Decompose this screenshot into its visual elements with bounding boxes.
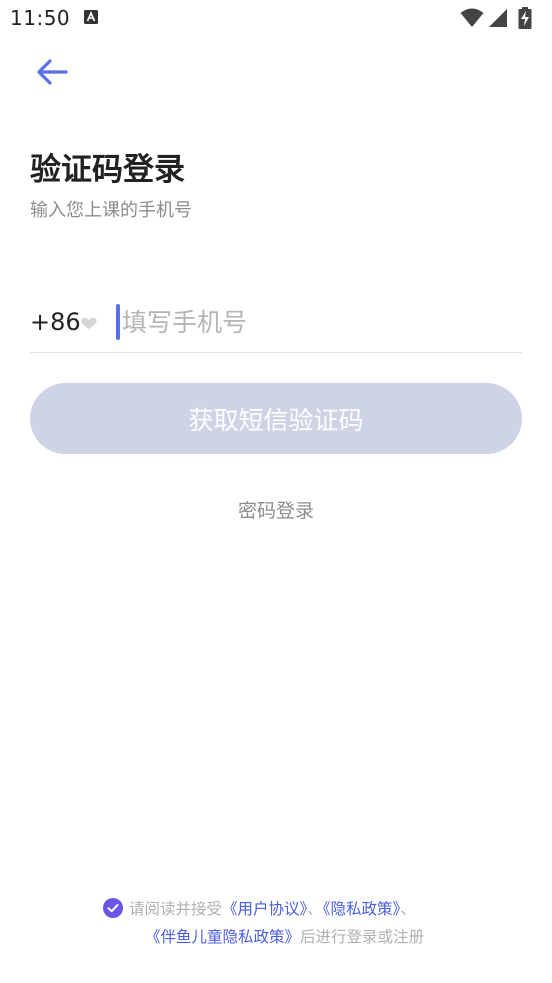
a-box-icon bbox=[84, 10, 98, 24]
password-login-link[interactable]: 密码登录 bbox=[0, 496, 552, 523]
text-cursor bbox=[116, 304, 120, 340]
phone-input-row: +86 bbox=[30, 296, 522, 353]
back-button[interactable] bbox=[30, 52, 76, 92]
checkbox-checked-icon[interactable] bbox=[103, 898, 123, 918]
get-sms-code-button[interactable]: 获取短信验证码 bbox=[30, 383, 522, 454]
battery-charging-icon bbox=[518, 7, 532, 29]
phone-number-input[interactable] bbox=[122, 300, 512, 344]
agreement-line-1: 请阅读并接受《用户协议》、《隐私政策》、 bbox=[103, 896, 416, 922]
country-code-selector[interactable]: +86 bbox=[30, 308, 81, 336]
chevron-down-icon[interactable] bbox=[80, 316, 98, 330]
wifi-icon bbox=[460, 8, 484, 27]
agreement-suffix: 后进行登录或注册 bbox=[300, 928, 425, 946]
signal-icon bbox=[489, 9, 507, 27]
user-agreement-link[interactable]: 《用户协议》 bbox=[222, 900, 307, 918]
agreement-prefix: 请阅读并接受 bbox=[129, 900, 223, 918]
agreement-separator: 、 bbox=[400, 900, 416, 918]
status-time: 11:50 bbox=[10, 6, 71, 30]
status-icons bbox=[460, 7, 538, 29]
page-subtitle: 输入您上课的手机号 bbox=[30, 200, 192, 221]
status-bar: 11:50 bbox=[0, 0, 552, 38]
arrow-left-icon bbox=[37, 59, 68, 85]
agreement-line-2: 《伴鱼儿童隐私政策》后进行登录或注册 bbox=[145, 924, 424, 950]
agreement-separator: 、 bbox=[307, 900, 323, 918]
privacy-policy-link[interactable]: 《隐私政策》 bbox=[323, 900, 401, 918]
child-privacy-policy-link[interactable]: 《伴鱼儿童隐私政策》 bbox=[145, 928, 300, 946]
page-title: 验证码登录 bbox=[30, 152, 185, 188]
